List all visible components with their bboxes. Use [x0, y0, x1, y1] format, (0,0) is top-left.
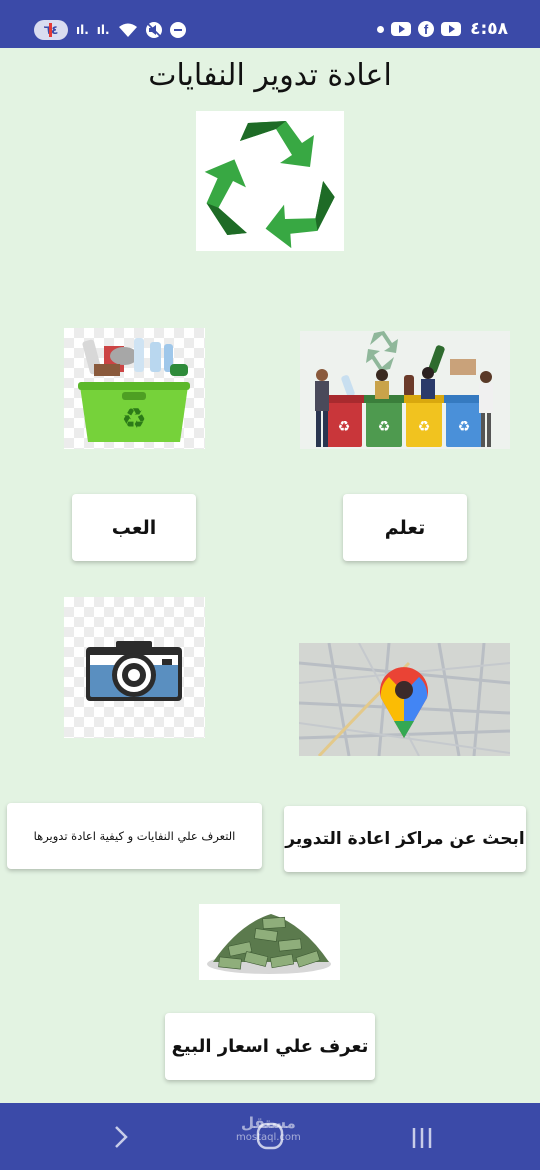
clock: ٤:٥٨ [470, 19, 508, 39]
navigation-bar: مستقل mostaql.com [0, 1103, 540, 1170]
sale-prices-button[interactable]: تعرف علي اسعار البيع [165, 1013, 375, 1080]
map-image [299, 643, 510, 756]
svg-text:♻: ♻ [458, 419, 471, 435]
status-bar: ٦٤ ıl. ıl. f ٤:٥٨ [0, 0, 540, 48]
dnd-icon [169, 22, 186, 38]
facebook-icon: f [418, 21, 435, 37]
recent-apps-icon[interactable] [408, 1125, 436, 1151]
watermark: مستقل mostaql.com [236, 1115, 301, 1143]
svg-text:♻: ♻ [121, 402, 146, 435]
back-chevron-icon[interactable] [108, 1123, 136, 1151]
svg-text:♻: ♻ [378, 419, 391, 435]
watermark-sub: mostaql.com [236, 1131, 301, 1143]
svg-text:♻: ♻ [338, 419, 351, 435]
learn-button[interactable]: تعلم [343, 494, 467, 561]
youtube-icon-2 [441, 22, 462, 36]
recycling-bins-image: ♻ ♻ ♻ ♻ [300, 331, 510, 449]
recycle-basket-image: ♻ [64, 328, 205, 449]
watermark-main: مستقل [240, 1114, 296, 1132]
notification-dot-icon [377, 25, 385, 33]
recycle-logo-image [196, 111, 344, 251]
camera-image [64, 597, 205, 738]
signal-icon: ıl. [76, 23, 89, 37]
wifi-icon [118, 23, 137, 37]
signal-2-icon: ıl. [96, 23, 110, 37]
money-image [199, 904, 340, 980]
identify-waste-button[interactable]: التعرف علي النفايات و كيفية اعادة تدويره… [7, 803, 262, 869]
page-title: اعادة تدوير النفايات [148, 58, 392, 93]
battery-indicator: ٦٤ [34, 20, 68, 40]
battery-level: ٦٤ [43, 23, 59, 37]
mute-icon [145, 22, 162, 38]
find-recycling-centers-button[interactable]: ابحث عن مراكز اعادة التدوير [284, 806, 526, 872]
youtube-icon [391, 22, 412, 36]
play-button[interactable]: العب [72, 494, 196, 561]
svg-text:♻: ♻ [418, 419, 431, 435]
